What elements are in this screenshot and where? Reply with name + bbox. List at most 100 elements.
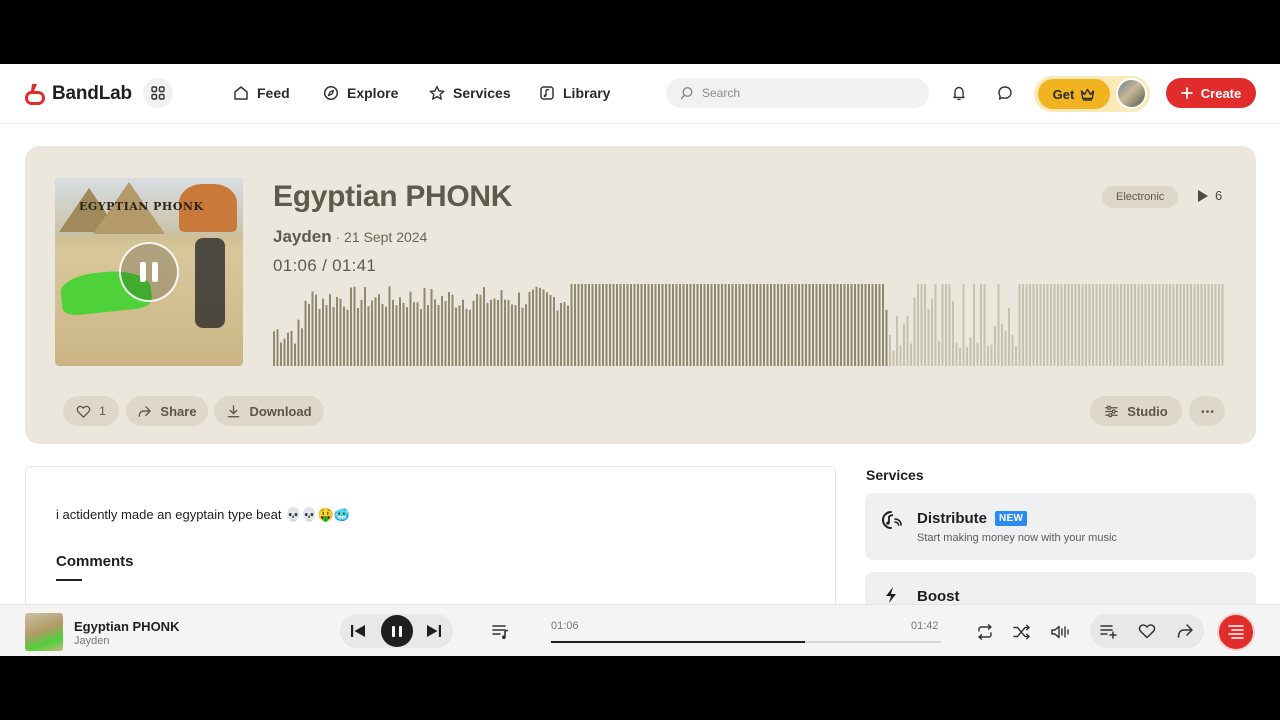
nav-library[interactable]: Library [539,82,610,104]
bandlab-logo[interactable]: BandLab [24,80,132,108]
waveform-bar [588,284,590,366]
waveform-bar [402,302,405,366]
track-actions-group [1090,614,1204,648]
player-menu-button[interactable] [1217,613,1255,651]
waveform-bar [602,284,604,366]
player-track-title[interactable]: Egyptian PHONK [74,619,179,634]
genre-tag[interactable]: Electronic [1102,186,1179,208]
waveform-bar [1120,284,1122,366]
waveform-bar [462,299,464,366]
waveform-bar [770,284,772,366]
waveform-bar [1064,284,1066,366]
user-avatar[interactable] [1116,78,1147,109]
play-count: 6 [1197,188,1222,203]
nav-services[interactable]: Services [429,82,511,104]
shuffle-button[interactable] [1011,621,1033,643]
waveform-bar [682,284,685,366]
waveform-bar [826,284,828,366]
waveform-bar [304,300,307,366]
waveform-bar [672,284,674,366]
waveform-bar [276,329,279,366]
queue-button[interactable] [491,621,513,643]
nav-feed[interactable]: Feed [233,82,290,104]
top-nav: BandLab Feed Explore Services Library Se… [0,64,1280,124]
waveform-bar [574,284,576,366]
play-pause-button[interactable] [381,615,413,647]
waveform-bar [896,315,898,366]
nav-feed-label: Feed [257,85,290,101]
waveform-bar [1032,284,1035,366]
track-cover[interactable]: EGYPTIAN PHONK [55,178,243,366]
waveform-bar [469,309,471,366]
waveform-bar [507,300,510,366]
waveform-bar [1025,284,1028,366]
waveform-bar [1018,284,1021,366]
search-bar[interactable] [666,78,929,108]
waveform-bar [546,292,548,366]
track-title: Egyptian PHONK [273,180,513,213]
waveform-bar [805,284,807,366]
repeat-button[interactable] [974,621,996,643]
get-membership-button[interactable]: Get [1038,79,1110,109]
waveform-bar [591,284,594,366]
waveform-bar [549,294,552,366]
playback-controls [340,614,453,648]
waveform-bar [1099,284,1101,366]
waveform-bar [1193,284,1196,366]
waveform-bar [1130,284,1133,366]
waveform-bar [392,299,394,366]
waveform-bar [1029,284,1031,366]
waveform-bar [441,295,443,366]
waveform-bar [710,284,713,366]
waveform-bar [707,284,709,366]
artist-link[interactable]: Jayden [273,227,332,246]
waveform-bar [448,292,450,366]
waveform-bar [840,284,842,366]
previous-button[interactable] [348,621,368,641]
messages-button[interactable] [993,81,1017,105]
next-button[interactable] [424,621,444,641]
bell-icon [953,86,965,101]
player-thumbnail[interactable] [25,613,63,651]
download-button[interactable]: Download [214,396,324,426]
waveform-bar [938,340,940,366]
waveform-bar [273,331,275,366]
waveform-bar [903,323,905,366]
waveform-bar [721,284,723,366]
waveform-bar [976,342,979,366]
waveform-bar [455,307,457,366]
waveform-bar [644,284,646,366]
waveform-bar [616,284,618,366]
player-share-button[interactable] [1174,620,1196,642]
share-button[interactable]: Share [126,396,208,426]
waveform-bar [654,284,657,366]
share-arrow-icon [139,405,152,417]
more-options-button[interactable] [1189,396,1225,426]
waveform-bar [374,297,377,366]
waveform-bar [595,284,597,366]
player-like-button[interactable] [1136,620,1158,642]
waveform-bar [367,306,370,366]
volume-button[interactable] [1049,621,1071,643]
like-count: 1 [99,404,106,418]
waveform-bar [486,302,489,366]
create-button[interactable]: Create [1166,78,1256,108]
service-card-distribute[interactable]: Distribute NEW Start making money now wi… [865,493,1256,560]
player-artist[interactable]: Jayden [74,635,109,647]
add-to-playlist-button[interactable] [1098,620,1120,642]
waveform-bar [1169,284,1171,366]
waveform-bar [1127,284,1129,366]
apps-grid-button[interactable] [143,78,173,108]
cover-pause-button[interactable] [119,242,179,302]
nav-explore[interactable]: Explore [323,82,398,104]
waveform-bar [724,284,727,366]
studio-button[interactable]: Studio [1090,396,1182,426]
notifications-button[interactable] [947,81,971,105]
waveform-bar [1179,284,1182,366]
waveform-bar [525,304,527,366]
like-button[interactable]: 1 [63,396,119,426]
search-input[interactable] [702,86,902,100]
waveform[interactable] [273,282,1225,366]
waveform-bar [371,300,373,366]
progress-bar[interactable] [551,641,941,643]
